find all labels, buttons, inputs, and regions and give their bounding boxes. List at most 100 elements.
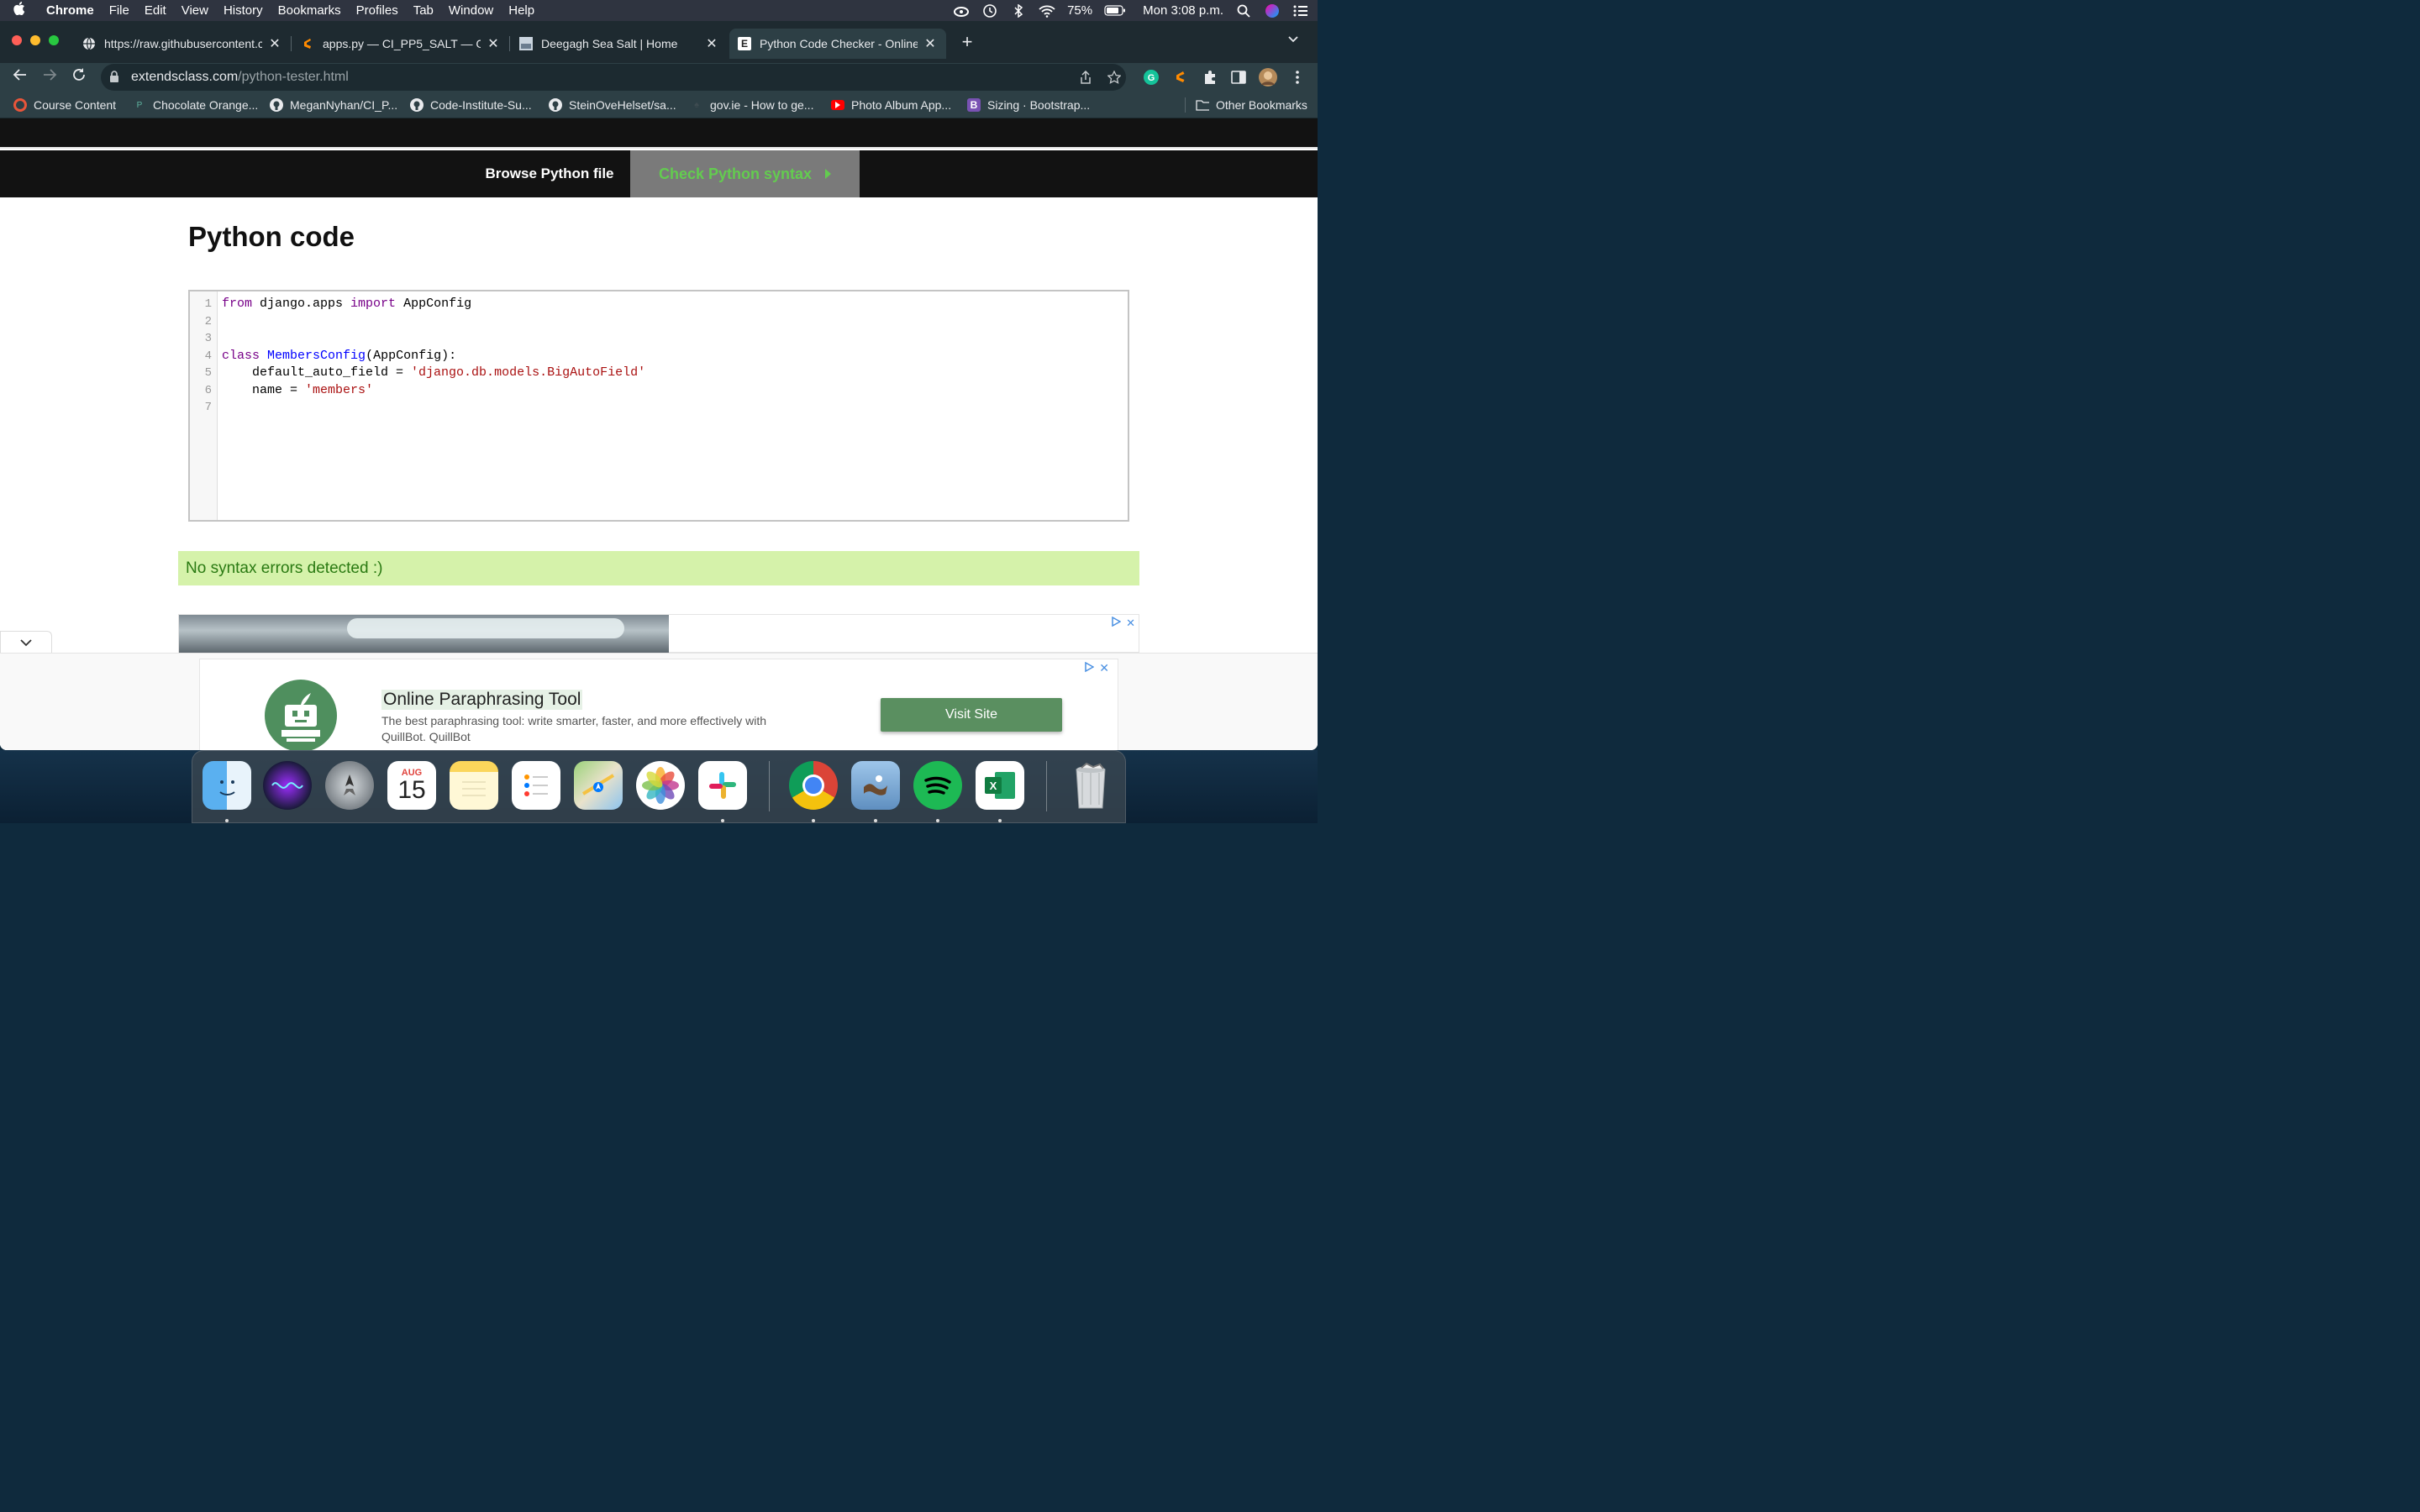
reminders-icon[interactable] [512,761,560,810]
bookmark-code-institute-su[interactable]: Code-Institute-Su... [410,92,532,118]
ad-choices: ✕ [1111,616,1135,630]
bookmark-star-icon[interactable] [1104,64,1124,91]
tab-gitpod-apps[interactable]: apps.py — CI_PP5_SALT — Git ✕ [292,29,509,59]
battery-icon[interactable] [1104,4,1126,18]
chrome-menu-icon[interactable] [1287,67,1307,87]
side-panel-icon[interactable] [1228,67,1249,87]
window-close-button[interactable] [12,35,22,45]
slack-icon[interactable] [698,761,747,810]
globe-icon [82,37,96,50]
other-bookmarks-folder[interactable]: Other Bookmarks [1196,92,1307,118]
menu-file[interactable]: File [102,0,137,21]
excel-icon[interactable]: X [976,761,1024,810]
back-button[interactable] [10,67,30,87]
menu-profiles[interactable]: Profiles [349,0,406,21]
bookmark-label: MeganNyhan/CI_P... [290,98,398,112]
profile-avatar[interactable] [1258,67,1278,87]
share-icon[interactable] [1076,64,1096,91]
menu-history[interactable]: History [216,0,271,21]
lock-icon[interactable] [109,70,121,85]
grammarly-extension-icon[interactable]: G [1141,67,1161,87]
harp-icon: ♠ [694,100,699,110]
bookmark-megannyhan[interactable]: MeganNyhan/CI_P... [270,92,397,118]
running-indicator [998,819,1002,822]
svg-text:X: X [990,780,997,792]
code-line-1: from django.apps import AppConfig [222,297,471,311]
address-bar[interactable]: extendsclass.com/python-tester.html [101,64,1126,91]
tab-deegagh-sea-salt[interactable]: Deegagh Sea Salt | Home ✕ [511,29,728,59]
window-minimize-button[interactable] [30,35,40,45]
bookmark-course-content[interactable]: Course Content [13,92,116,118]
folder-icon [1196,98,1209,112]
calendar-icon[interactable]: AUG 15 [387,761,436,810]
tab-title: https://raw.githubusercontent.c [104,37,262,50]
trash-icon[interactable] [1066,761,1115,810]
apple-menu-icon[interactable] [0,2,39,19]
extensions-puzzle-icon[interactable] [1200,67,1220,87]
adchoices-icon[interactable] [1084,661,1095,675]
preview-icon[interactable] [851,761,900,810]
sticky-bottom-ad: Online Paraphrasing Tool The best paraph… [0,653,1318,750]
check-python-syntax-button[interactable]: Check Python syntax [630,150,860,197]
window-zoom-button[interactable] [49,35,59,45]
ad-close-icon[interactable]: ✕ [1126,617,1135,630]
menu-tab[interactable]: Tab [406,0,441,21]
bluetooth-icon[interactable] [1010,3,1027,18]
tab-close-icon[interactable]: ✕ [267,35,282,52]
url-path: /python-tester.html [238,70,349,84]
quillbot-ad-card[interactable]: Online Paraphrasing Tool The best paraph… [199,659,1118,750]
new-tab-button[interactable]: + [957,32,977,52]
menu-window[interactable]: Window [441,0,501,21]
visit-site-button[interactable]: Visit Site [881,698,1062,732]
code-editor[interactable]: 1 2 3 4 5 6 7 from django.apps import Ap… [188,290,1129,522]
tab-python-code-checker[interactable]: E Python Code Checker - Online ✕ [729,29,946,59]
tab-search-chevron-icon[interactable] [1287,33,1299,46]
string-literal: 'django.db.models.BigAutoField' [411,365,646,380]
forward-button[interactable] [39,67,60,87]
ad-close-icon[interactable]: ✕ [1099,661,1109,675]
bookmark-chocolate-orange[interactable]: P Chocolate Orange... [133,92,259,118]
bookmark-steinovehelset[interactable]: SteinOveHelset/sa... [549,92,676,118]
code-text: django.apps [252,297,351,311]
bookmark-photo-album-app[interactable]: Photo Album App... [831,92,951,118]
menu-chrome[interactable]: Chrome [39,0,102,21]
chrome-icon[interactable] [789,761,838,810]
collapse-ad-chevron-icon[interactable] [0,631,52,653]
control-center-icon[interactable] [1292,4,1309,18]
notes-icon[interactable] [450,761,498,810]
github-icon [410,98,424,112]
menu-edit[interactable]: Edit [137,0,174,21]
ad-image[interactable] [179,615,669,654]
time-machine-icon[interactable] [981,3,998,18]
class-name: MembersConfig [267,349,366,363]
ad-headline[interactable]: Online Paraphrasing Tool [381,690,583,710]
tab-close-icon[interactable]: ✕ [704,35,719,52]
reload-button[interactable] [69,67,89,87]
spotify-icon[interactable] [913,761,962,810]
siri-app-icon[interactable] [263,761,312,810]
tab-close-icon[interactable]: ✕ [923,35,938,52]
adchoices-icon[interactable] [1111,616,1122,630]
creative-cloud-icon[interactable] [953,4,970,18]
clock[interactable]: Mon 3:08 p.m. [1143,3,1223,18]
gitpod-extension-icon[interactable] [1171,67,1191,87]
menu-view[interactable]: View [174,0,216,21]
browse-python-file-button[interactable]: Browse Python file [469,150,630,197]
inline-ad-banner[interactable]: ✕ [178,614,1139,654]
bookmark-sizing-bootstrap[interactable]: B Sizing · Bootstrap... [967,92,1090,118]
tab-githubusercontent[interactable]: https://raw.githubusercontent.c ✕ [74,29,291,59]
bookmark-gov-ie[interactable]: ♠ gov.ie - How to ge... [690,92,813,118]
siri-icon[interactable] [1264,3,1281,18]
wifi-icon[interactable] [1039,4,1055,18]
finder-icon[interactable] [203,761,251,810]
photos-icon[interactable] [636,761,685,810]
launchpad-icon[interactable] [325,761,374,810]
maps-icon[interactable] [574,761,623,810]
bookmarks-separator [1185,97,1186,113]
running-indicator [225,819,229,822]
tab-close-icon[interactable]: ✕ [486,35,501,52]
bookmark-label: Sizing · Bootstrap... [987,98,1091,112]
menu-bookmarks[interactable]: Bookmarks [271,0,349,21]
spotlight-search-icon[interactable] [1235,4,1252,18]
menu-help[interactable]: Help [501,0,542,21]
